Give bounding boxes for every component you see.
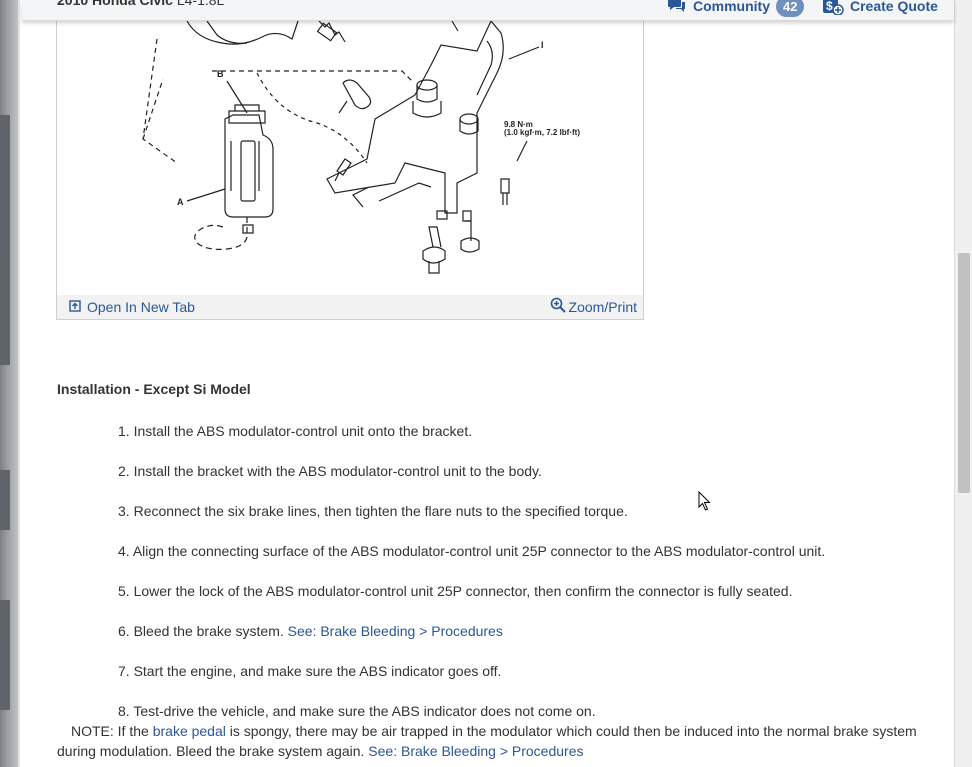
abs-modulator-diagram[interactable]: B A I 9.8 N·m (1.0 kgf·m, 7.2 lbf·ft) (57, 11, 643, 295)
step-text: Install the ABS modulator-control unit o… (133, 423, 473, 439)
brake-bleeding-link-note[interactable]: See: Brake Bleeding > Procedures (368, 743, 583, 759)
step-8: 8. Test-drive the vehicle, and make sure… (118, 703, 596, 719)
zoom-print-label: Zoom/Print (568, 298, 637, 315)
magnifier-plus-icon (550, 297, 566, 316)
torque-value-alt: (1.0 kgf·m, 7.2 lbf·ft) (504, 128, 580, 137)
quote-dollar-icon: $ (822, 0, 844, 18)
step-text: Lower the lock of the ABS modulator-cont… (133, 583, 793, 599)
step-7: 7. Start the engine, and make sure the A… (118, 663, 501, 679)
step-2: 2. Install the bracket with the ABS modu… (118, 463, 542, 479)
step-text: Reconnect the six brake lines, then tigh… (133, 503, 628, 519)
step-8-note: NOTE: If the brake pedal is spongy, ther… (57, 721, 937, 761)
scrollbar-thumb[interactable] (958, 253, 970, 493)
step-text: Test-drive the vehicle, and make sure th… (133, 703, 596, 719)
mouse-pointer-icon (698, 490, 712, 516)
step-number: 4. (118, 543, 130, 559)
community-label: Community (693, 0, 770, 14)
step-text: Start the engine, and make sure the ABS … (133, 663, 502, 679)
figure-toolbar: Open In New Tab Zoom/Print (57, 295, 643, 319)
community-button[interactable]: Community 42 (667, 0, 805, 18)
step-number: 1. (118, 423, 130, 439)
step-5: 5. Lower the lock of the ABS modulator-c… (118, 583, 792, 599)
step-text: Install the bracket with the ABS modulat… (133, 463, 542, 479)
background-window-edge (0, 0, 20, 767)
community-count-badge: 42 (776, 0, 805, 17)
step-6: 6. Bleed the brake system. See: Brake Bl… (118, 623, 503, 639)
step-3: 3. Reconnect the six brake lines, then t… (118, 503, 628, 519)
step-number: 3. (118, 503, 130, 519)
step-number: 8. (118, 703, 130, 719)
step-number: 6. (118, 623, 130, 639)
chat-bubbles-icon (667, 0, 687, 17)
brake-bleeding-link[interactable]: See: Brake Bleeding > Procedures (288, 623, 503, 639)
page-scrollbar[interactable] (954, 0, 972, 767)
vehicle-header-bar: 2010 Honda Civic L4-1.8L Community 42 $ … (22, 0, 954, 21)
step-text: Align the connecting surface of the ABS … (132, 543, 826, 559)
step-number: 5. (118, 583, 130, 599)
vehicle-engine: L4-1.8L (176, 0, 225, 8)
brake-pedal-link[interactable]: brake pedal (153, 723, 226, 739)
vehicle-title[interactable]: 2010 Honda Civic L4-1.8L (57, 0, 224, 8)
open-in-new-tab-label: Open In New Tab (87, 299, 195, 315)
note-prefix: NOTE: If the (71, 723, 149, 739)
zoom-print-link[interactable]: Zoom/Print (550, 297, 637, 316)
vehicle-name: 2010 Honda Civic (57, 0, 173, 8)
step-4: 4. Align the connecting surface of the A… (118, 543, 825, 559)
step-number: 2. (118, 463, 130, 479)
create-quote-label: Create Quote (850, 0, 938, 14)
step-text: Bleed the brake system. (133, 623, 284, 639)
step-1: 1. Install the ABS modulator-control uni… (118, 423, 472, 439)
svg-text:$: $ (826, 0, 833, 13)
create-quote-button[interactable]: $ Create Quote (822, 0, 938, 18)
open-in-new-tab-icon (69, 299, 81, 315)
callout-a: A (177, 197, 184, 207)
step-number: 7. (118, 663, 130, 679)
callout-i: I (541, 40, 544, 50)
open-in-new-tab-link[interactable]: Open In New Tab (69, 299, 195, 315)
section-heading: Installation - Except Si Model (57, 381, 251, 397)
abs-modulator-figure: B A I 9.8 N·m (1.0 kgf·m, 7.2 lbf·ft) Op… (56, 10, 644, 320)
callout-b: B (217, 69, 224, 79)
